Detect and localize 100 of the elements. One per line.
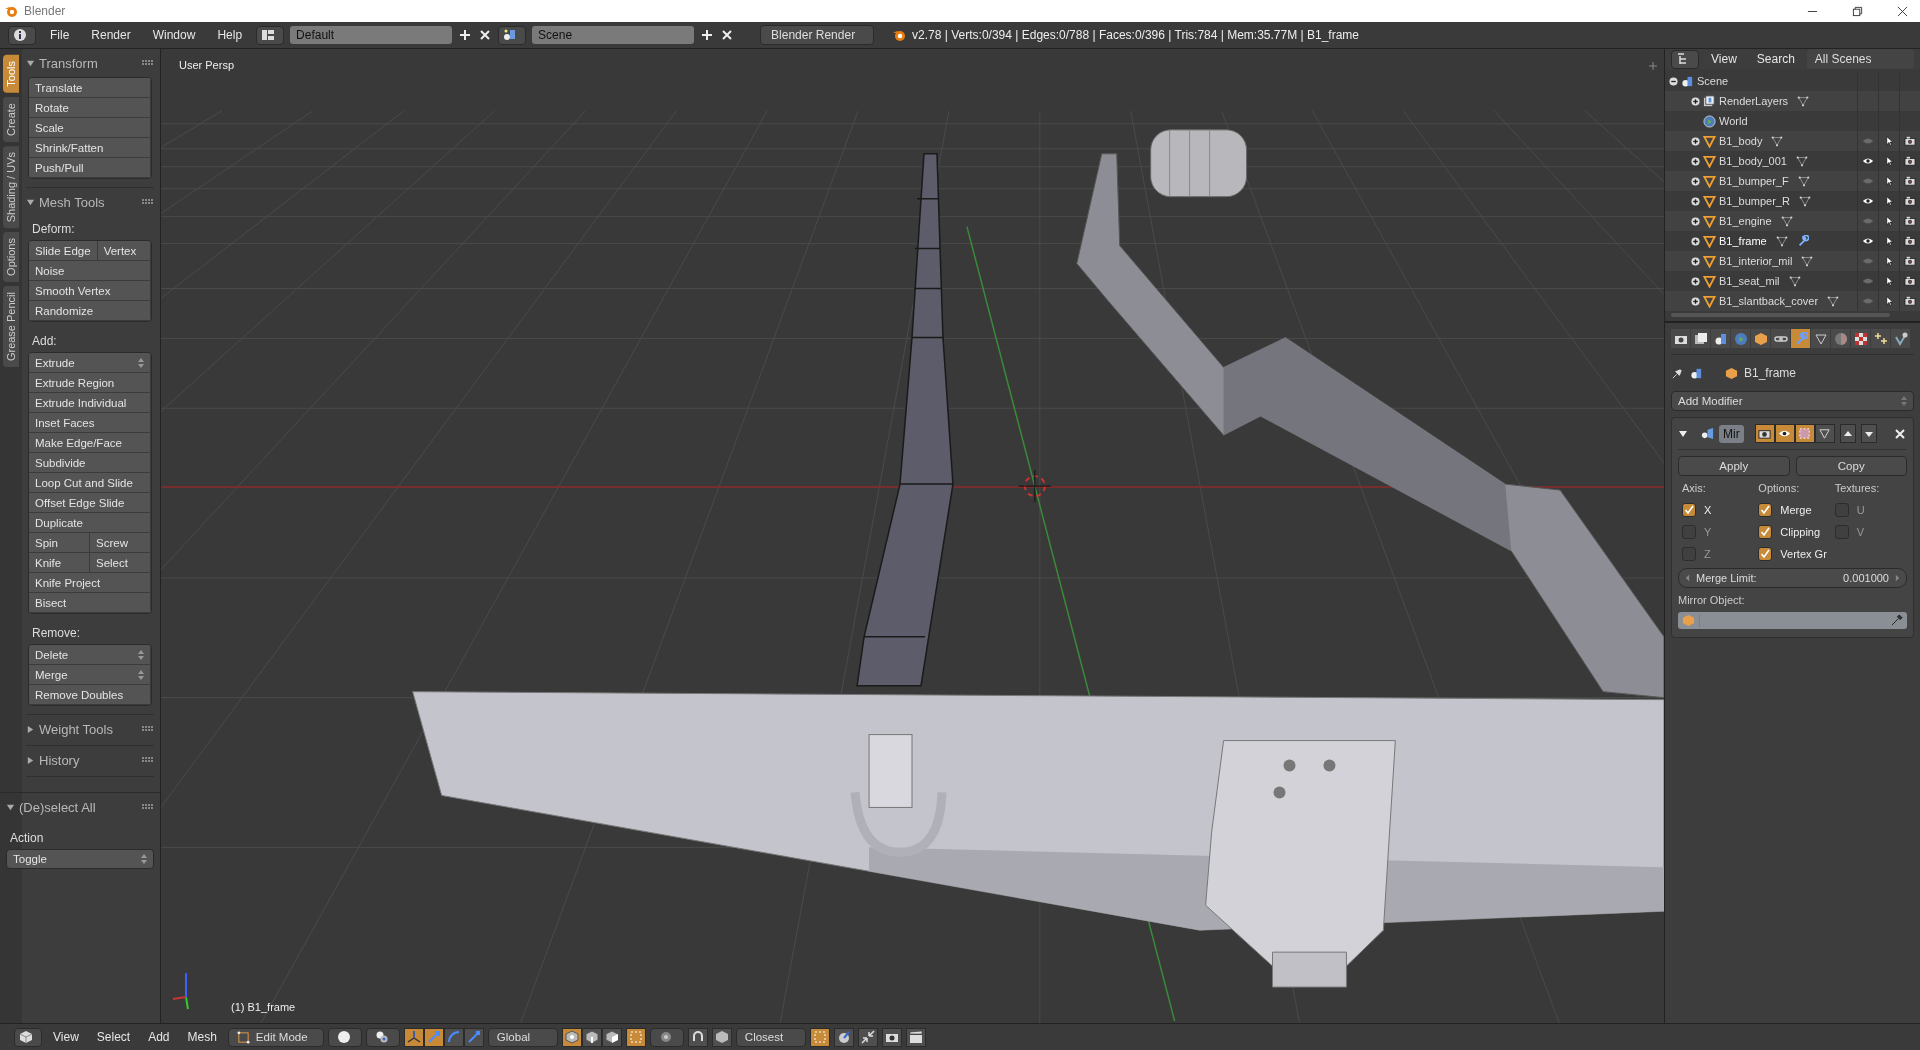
layout-field[interactable]: Default <box>290 26 453 44</box>
mesh-data-icon[interactable] <box>1780 215 1793 227</box>
menu-item[interactable]: Help <box>209 28 251 42</box>
layout-button[interactable] <box>256 25 285 45</box>
outliner-item[interactable]: RenderLayers <box>1719 95 1789 107</box>
expand-toggle-icon[interactable] <box>1691 196 1700 206</box>
camera-icon[interactable] <box>1904 256 1916 266</box>
tool-dropdown[interactable]: Merge <box>29 665 151 685</box>
tool-button[interactable]: Smooth Vertex <box>29 281 151 301</box>
tool-button[interactable]: Inset Faces <box>29 413 151 433</box>
tool-button[interactable]: Make Edge/Face <box>29 433 151 453</box>
expand-toggle-icon[interactable] <box>1691 136 1700 146</box>
outliner-item[interactable]: B1_body_001 <box>1719 155 1787 167</box>
proportional-editing-dropdown[interactable] <box>649 1027 684 1047</box>
collapse-button[interactable] <box>857 1027 878 1047</box>
editor-type-button[interactable] <box>1671 49 1699 69</box>
tool-dropdown[interactable]: Extrude <box>29 353 151 373</box>
outliner-item[interactable]: B1_seat_mil <box>1719 275 1780 287</box>
mesh-data-icon[interactable] <box>1771 135 1784 147</box>
mesh-data-icon[interactable] <box>1795 155 1808 167</box>
disclosure-triangle-icon[interactable] <box>26 724 35 734</box>
outliner-item[interactable]: B1_body <box>1719 135 1763 147</box>
tool-button[interactable]: Extrude Individual <box>29 393 151 413</box>
camera-icon[interactable] <box>1904 236 1916 246</box>
close-icon[interactable] <box>1897 5 1908 17</box>
texture-tab[interactable] <box>1851 329 1870 348</box>
expand-toggle-icon[interactable] <box>1691 96 1700 106</box>
tool-tab[interactable]: Options <box>3 232 19 282</box>
expand-toggle-icon[interactable] <box>1691 296 1700 306</box>
checkbox[interactable] <box>1682 525 1696 539</box>
drag-handle-icon[interactable] <box>142 726 154 732</box>
cursor-arrow-icon[interactable] <box>1883 176 1895 186</box>
restore-icon[interactable] <box>1852 5 1863 17</box>
decrement-arrow-icon[interactable] <box>1685 574 1690 582</box>
outliner-item[interactable]: B1_frame <box>1719 235 1767 247</box>
snap-element-dropdown[interactable] <box>711 1027 732 1047</box>
outliner-item[interactable]: World <box>1719 115 1748 127</box>
merge-limit-value[interactable]: 0.001000 <box>1843 572 1889 584</box>
orientation-dropdown[interactable]: Global <box>487 1027 558 1047</box>
expand-toggle-icon[interactable] <box>1691 156 1700 166</box>
tool-tab[interactable]: Grease Pencil <box>3 285 19 368</box>
cursor-arrow-icon[interactable] <box>1883 256 1895 266</box>
info-editor-button[interactable] <box>8 25 36 45</box>
mesh-data-icon[interactable] <box>1798 195 1811 207</box>
outliner-item[interactable]: Scene <box>1697 75 1729 87</box>
tool-button[interactable]: Knife <box>29 553 90 573</box>
tool-tab[interactable]: Shading / UVs <box>3 145 19 229</box>
outliner-item[interactable]: B1_bumper_F <box>1719 175 1789 187</box>
menu-item[interactable]: Render <box>83 28 139 42</box>
pivot-dropdown[interactable] <box>365 1027 400 1047</box>
camera-icon[interactable] <box>1904 196 1916 206</box>
drag-handle-icon[interactable] <box>142 757 154 763</box>
editor-type-button[interactable] <box>14 1027 42 1047</box>
expand-toggle-icon[interactable] <box>1691 236 1700 246</box>
object-tab[interactable] <box>1751 329 1770 348</box>
wrench-icon[interactable] <box>1796 235 1809 247</box>
panel-title[interactable]: History <box>39 752 138 768</box>
expand-toggle-icon[interactable] <box>1691 176 1700 186</box>
drag-handle-icon[interactable] <box>142 804 154 810</box>
copy-button[interactable]: Copy <box>1795 456 1907 476</box>
menu-item[interactable]: Window <box>144 28 204 42</box>
physics-tab[interactable] <box>1891 329 1910 348</box>
expand-toggle-icon[interactable] <box>1691 216 1700 226</box>
shading-dropdown[interactable] <box>327 1027 362 1047</box>
tool-button[interactable]: Remove Doubles <box>29 685 151 705</box>
checkbox[interactable] <box>1682 503 1696 517</box>
panel-title[interactable]: Weight Tools <box>39 721 138 737</box>
face-select-mode-button[interactable] <box>601 1027 622 1047</box>
tool-button[interactable]: Spin <box>29 533 90 553</box>
add-modifier-dropdown[interactable]: Add Modifier <box>1671 391 1914 411</box>
checkbox[interactable] <box>1834 503 1849 517</box>
tool-button[interactable]: Push/Pull <box>29 158 151 178</box>
checkbox[interactable] <box>1758 547 1773 561</box>
checkbox[interactable] <box>1682 547 1696 561</box>
edge-select-mode-button[interactable] <box>581 1027 602 1047</box>
camera-icon[interactable] <box>1904 296 1916 306</box>
scene-field[interactable]: Scene <box>532 26 695 44</box>
tool-button[interactable]: Translate <box>29 78 151 98</box>
eye-icon[interactable] <box>1862 236 1874 246</box>
tool-button[interactable]: Offset Edge Slide <box>29 493 151 513</box>
eye-icon[interactable] <box>1862 156 1874 166</box>
tool-button[interactable]: Slide Edge <box>29 241 98 261</box>
render-tab[interactable] <box>1671 329 1690 348</box>
tool-button[interactable]: Loop Cut and Slide <box>29 473 151 493</box>
mesh-data-icon[interactable] <box>1797 95 1810 107</box>
tool-button[interactable]: Select <box>90 553 151 573</box>
scene-tab[interactable] <box>1711 329 1730 348</box>
vertex-select-mode-button[interactable] <box>561 1027 582 1047</box>
outliner-item[interactable]: B1_engine <box>1719 215 1772 227</box>
camera-icon[interactable] <box>1904 156 1916 166</box>
tool-button[interactable]: Bisect <box>29 593 151 613</box>
camera-icon[interactable] <box>1904 136 1916 146</box>
material-tab[interactable] <box>1831 329 1850 348</box>
snap-toggle[interactable] <box>687 1027 708 1047</box>
mesh-data-icon[interactable] <box>1775 235 1788 247</box>
expand-toggle-icon[interactable] <box>1691 256 1700 266</box>
tool-button[interactable]: Rotate <box>29 98 151 118</box>
panel-title[interactable]: (De)select All <box>19 799 138 815</box>
disclosure-triangle-icon[interactable] <box>1678 428 1688 439</box>
tool-button[interactable]: Screw <box>90 533 151 553</box>
